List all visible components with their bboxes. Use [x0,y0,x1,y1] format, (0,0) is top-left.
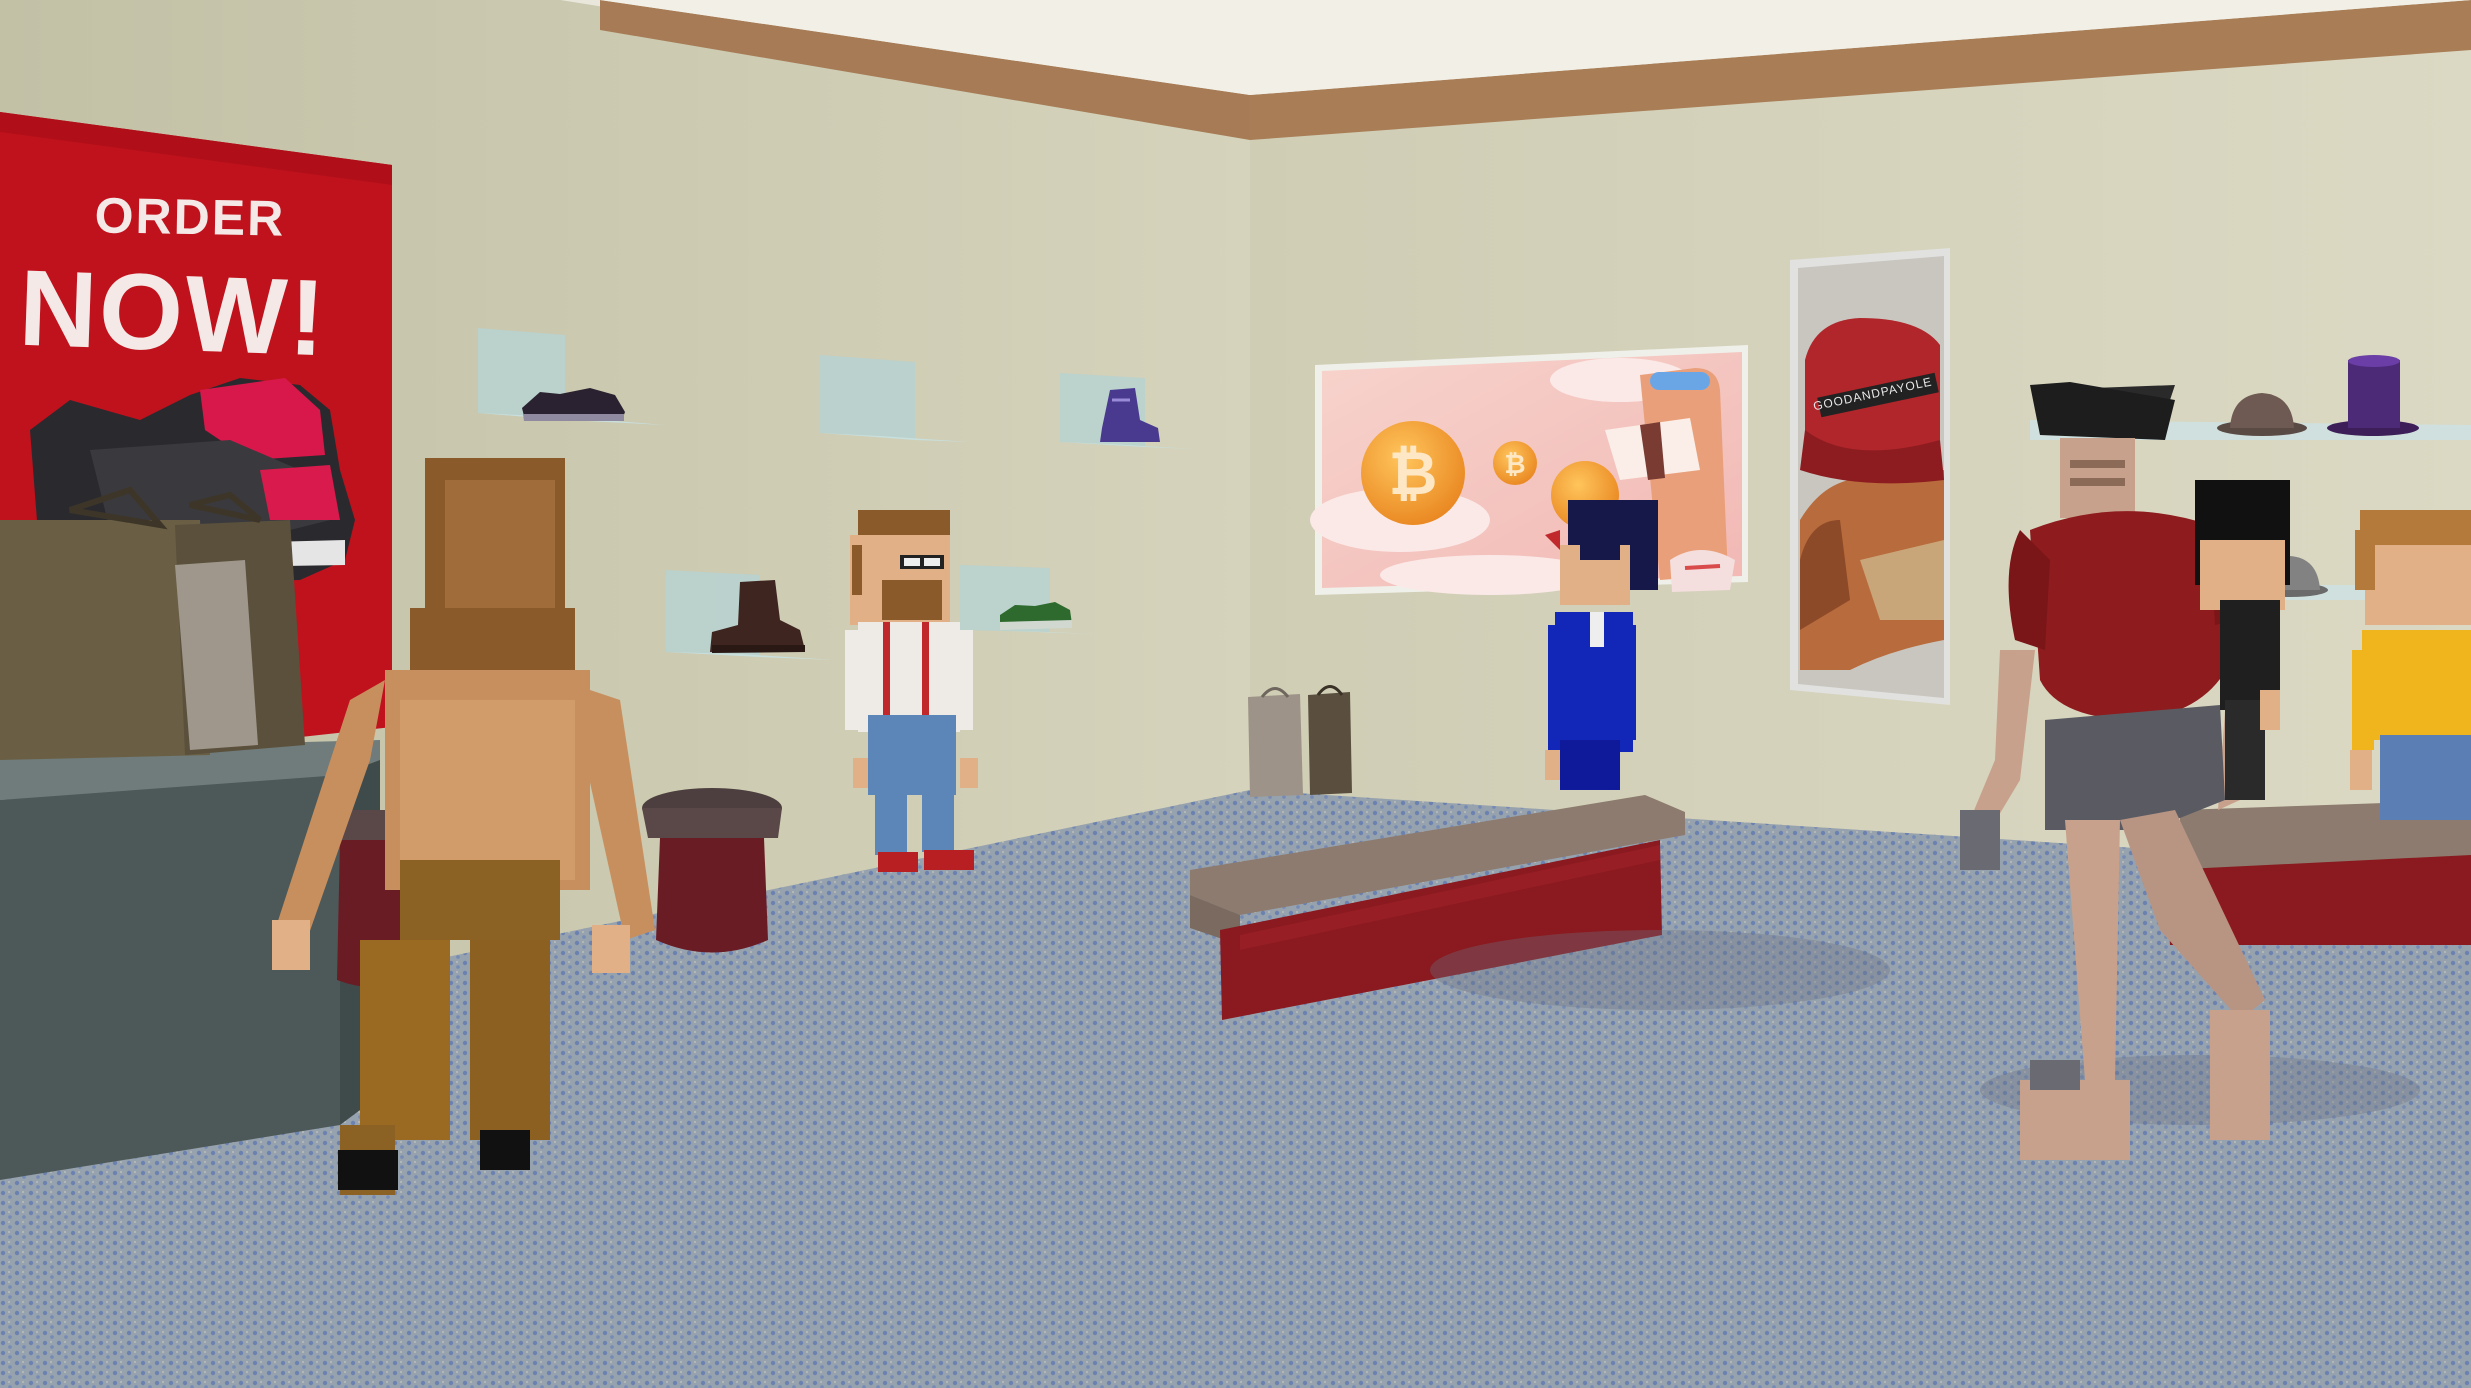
bitcoin-symbol-small: ₿ [1504,450,1525,480]
avatar-yellow-shirt[interactable] [2350,510,2471,820]
stool-center [642,788,782,953]
cap-poster [1790,248,1950,705]
floor-shopping-bags [1248,685,1352,797]
bitcoin-symbol-large: ₿ [1389,439,1438,509]
order-poster-line2: NOW! [17,246,329,379]
order-poster-line1: ORDER [94,187,286,247]
shoe-store-scene: ₿ ₿ [0,0,2471,1388]
bitcoin-poster: ₿ ₿ [1310,345,1748,595]
